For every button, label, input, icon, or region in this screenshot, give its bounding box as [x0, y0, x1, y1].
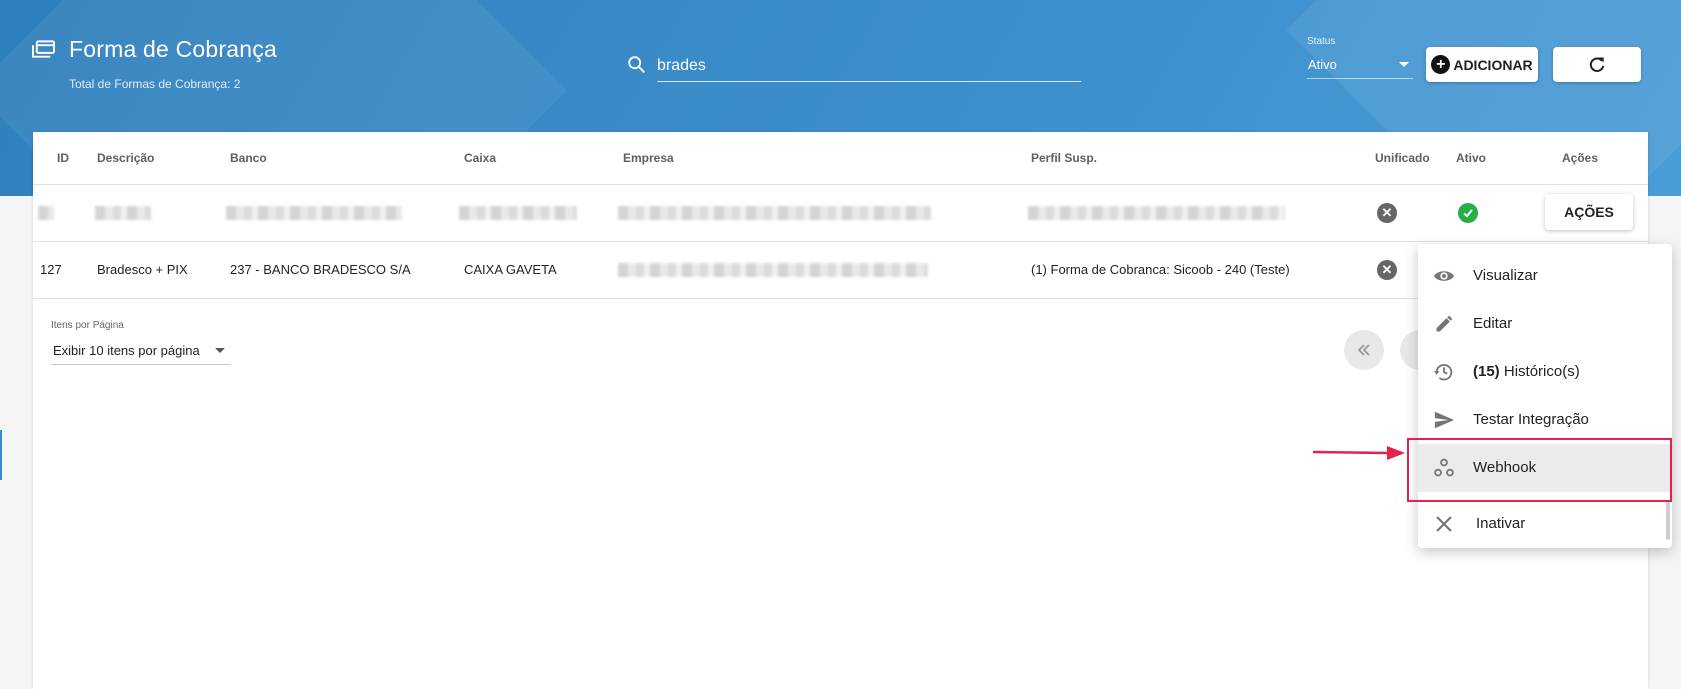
refresh-button[interactable] [1553, 47, 1641, 82]
refresh-icon [1589, 56, 1605, 72]
menu-label: Testar Integração [1473, 411, 1589, 428]
search-icon [628, 56, 646, 74]
pencil-icon [1432, 312, 1456, 336]
menu-item-historico[interactable]: (15) Histórico(s) [1418, 348, 1672, 396]
cell-descricao: Bradesco + PIX [97, 262, 188, 277]
cell-banco: 237 - BANCO BRADESCO S/A [230, 262, 411, 277]
close-icon [1432, 512, 1456, 536]
menu-label: Visualizar [1473, 267, 1538, 284]
menu-item-inativar[interactable]: Inativar [1418, 500, 1672, 548]
redacted-id [38, 206, 54, 220]
red-arrow-annotation [1313, 446, 1405, 460]
menu-label: Editar [1473, 315, 1513, 332]
record-count: Total de Formas de Cobrança: 2 [69, 77, 241, 91]
actions-menu: Visualizar Editar (15) Histórico(s) Test… [1418, 244, 1672, 548]
history-count: (15) [1473, 363, 1500, 380]
col-unificado: Unificado [1375, 151, 1430, 165]
cell-perfil: (1) Forma de Cobranca: Sicoob - 240 (Tes… [1031, 262, 1290, 277]
status-select[interactable]: Ativo [1307, 51, 1413, 79]
search-input[interactable] [657, 50, 1081, 82]
webhook-highlight-box [1407, 438, 1672, 502]
plus-icon: + [1431, 55, 1451, 74]
status-label: Status [1307, 36, 1336, 47]
redacted-banco [226, 206, 402, 220]
acoes-button[interactable]: AÇÕES [1545, 194, 1633, 230]
menu-item-testar-integracao[interactable]: Testar Integração [1418, 396, 1672, 444]
redacted-perfil [1028, 206, 1285, 220]
status-value: Ativo [1308, 57, 1337, 72]
window-edge [0, 430, 2, 480]
page-title: Forma de Cobrança [69, 36, 277, 62]
chevron-down-icon [1399, 62, 1409, 67]
history-icon [1432, 360, 1456, 384]
unificado-no-icon: ✕ [1377, 260, 1397, 280]
table-row[interactable]: ✕ AÇÕES [33, 185, 1648, 242]
table-row[interactable]: 127 Bradesco + PIX 237 - BANCO BRADESCO … [33, 242, 1648, 299]
unificado-no-icon: ✕ [1377, 203, 1397, 223]
add-button-label: ADICIONAR [1453, 56, 1533, 73]
add-button[interactable]: + ADICIONAR [1426, 47, 1538, 82]
double-chevron-left-icon [1357, 344, 1370, 356]
items-per-page-value: Exibir 10 itens por página [53, 343, 200, 358]
redacted-caixa [459, 206, 577, 220]
ativo-check-icon [1458, 203, 1478, 223]
items-per-page[interactable]: Itens por Página Exibir 10 itens por pág… [51, 320, 231, 365]
col-acoes: Ações [1562, 151, 1599, 165]
redacted-empresa [618, 263, 928, 277]
cell-id: 127 [40, 262, 62, 277]
items-per-page-select[interactable]: Exibir 10 itens por página [51, 337, 231, 365]
items-per-page-label: Itens por Página [51, 320, 124, 331]
send-icon [1432, 408, 1456, 432]
col-empresa: Empresa [623, 151, 674, 165]
menu-item-editar[interactable]: Editar [1418, 300, 1672, 348]
col-ativo: Ativo [1456, 151, 1486, 165]
cell-caixa: CAIXA GAVETA [464, 262, 557, 277]
col-banco: Banco [230, 151, 267, 165]
title-block: Forma de Cobrança Total de Formas de Cob… [32, 36, 277, 91]
redacted-descricao [95, 206, 151, 220]
col-perfil: Perfil Susp. [1031, 151, 1098, 165]
eye-icon [1432, 264, 1456, 288]
status-filter[interactable]: Status Ativo [1307, 36, 1413, 79]
table-header: ID Descrição Banco Caixa Empresa Perfil … [33, 132, 1648, 185]
redacted-empresa [618, 206, 931, 220]
chevron-down-icon [215, 348, 225, 353]
col-descricao: Descrição [97, 151, 155, 165]
col-caixa: Caixa [464, 151, 497, 165]
menu-scrollbar[interactable] [1666, 500, 1670, 540]
menu-item-visualizar[interactable]: Visualizar [1418, 252, 1672, 300]
menu-label: Histórico(s) [1499, 363, 1580, 380]
payment-methods-icon [32, 39, 55, 58]
col-id: ID [57, 151, 69, 165]
menu-label: Inativar [1476, 515, 1526, 532]
table-card: ID Descrição Banco Caixa Empresa Perfil … [33, 132, 1648, 689]
first-page-button[interactable] [1344, 330, 1384, 370]
search-bar [626, 50, 1081, 84]
